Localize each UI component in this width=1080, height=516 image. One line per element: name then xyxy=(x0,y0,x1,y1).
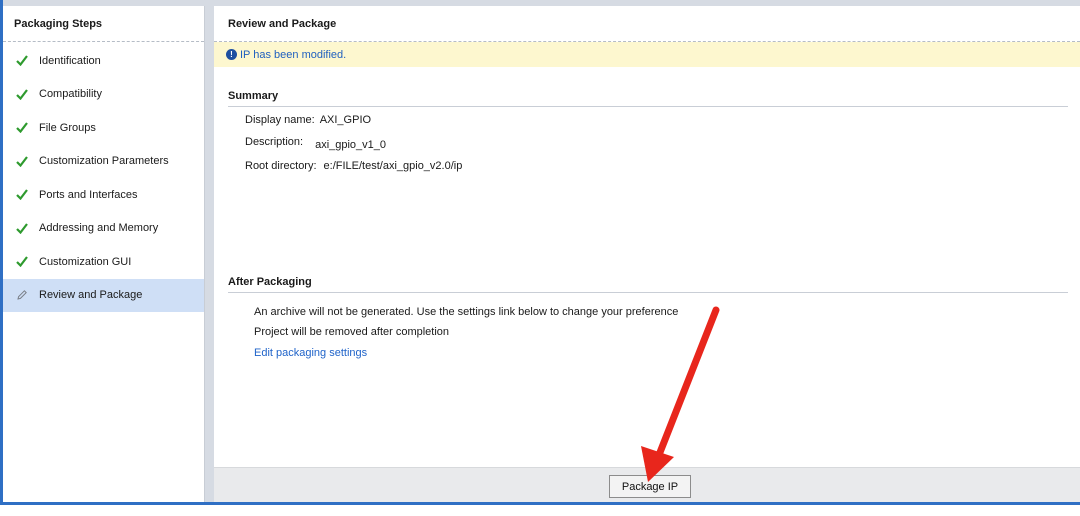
step-ports-and-interfaces[interactable]: Ports and Interfaces xyxy=(3,178,204,212)
step-review-and-package[interactable]: Review and Package xyxy=(3,278,204,312)
check-icon xyxy=(15,221,29,235)
archive-info-text: An archive will not be generated. Use th… xyxy=(254,306,679,318)
project-removal-text: Project will be removed after completion xyxy=(254,326,450,338)
display-name-label: Display name: xyxy=(245,114,315,126)
root-directory-row: Root directory: e:/FILE/test/axi_gpio_v2… xyxy=(245,160,462,172)
step-label: Customization Parameters xyxy=(39,155,169,168)
check-icon xyxy=(15,188,29,202)
description-value: axi_gpio_v1_0 xyxy=(315,139,387,151)
pencil-icon xyxy=(15,288,29,302)
packaging-steps-panel: Packaging Steps Identification Compatibi… xyxy=(3,6,205,502)
check-icon xyxy=(15,87,29,101)
step-compatibility[interactable]: Compatibility xyxy=(3,78,204,112)
step-label: File Groups xyxy=(39,121,96,134)
notice-text: IP has been modified. xyxy=(240,48,347,61)
display-name-row: Display name: AXI_GPIO xyxy=(245,114,371,126)
packaging-steps-title: Packaging Steps xyxy=(3,6,204,42)
modified-notice: ! IP has been modified. xyxy=(214,42,1080,67)
review-and-package-panel: Review and Package ! IP has been modifie… xyxy=(214,6,1080,502)
after-packaging-heading: After Packaging xyxy=(228,276,1068,293)
info-icon: ! xyxy=(226,49,237,60)
step-addressing-and-memory[interactable]: Addressing and Memory xyxy=(3,212,204,246)
step-customization-parameters[interactable]: Customization Parameters xyxy=(3,145,204,179)
step-identification[interactable]: Identification xyxy=(3,44,204,78)
root-directory-value: e:/FILE/test/axi_gpio_v2.0/ip xyxy=(323,160,463,172)
edit-packaging-settings-link[interactable]: Edit packaging settings xyxy=(254,347,367,359)
step-label: Addressing and Memory xyxy=(39,222,159,235)
package-ip-button[interactable]: Package IP xyxy=(609,475,691,498)
description-row: Description: axi_gpio_v1_0 xyxy=(245,136,387,151)
step-label: Customization GUI xyxy=(39,255,132,268)
summary-heading: Summary xyxy=(228,90,1068,107)
display-name-value: AXI_GPIO xyxy=(319,114,372,126)
step-label: Identification xyxy=(39,54,101,67)
root-directory-label: Root directory: xyxy=(245,160,317,172)
step-label: Review and Package xyxy=(39,289,143,302)
review-and-package-title: Review and Package xyxy=(214,6,1080,42)
description-label: Description: xyxy=(245,136,304,148)
step-customization-gui[interactable]: Customization GUI xyxy=(3,245,204,279)
step-file-groups[interactable]: File Groups xyxy=(3,111,204,145)
check-icon xyxy=(15,121,29,135)
check-icon xyxy=(15,255,29,269)
step-label: Compatibility xyxy=(39,88,102,101)
check-icon xyxy=(15,54,29,68)
page-below-window xyxy=(0,505,1080,516)
step-label: Ports and Interfaces xyxy=(39,188,138,201)
check-icon xyxy=(15,154,29,168)
footer-bar: Package IP xyxy=(214,467,1080,502)
steps-list: Identification Compatibility File Groups… xyxy=(3,44,204,312)
